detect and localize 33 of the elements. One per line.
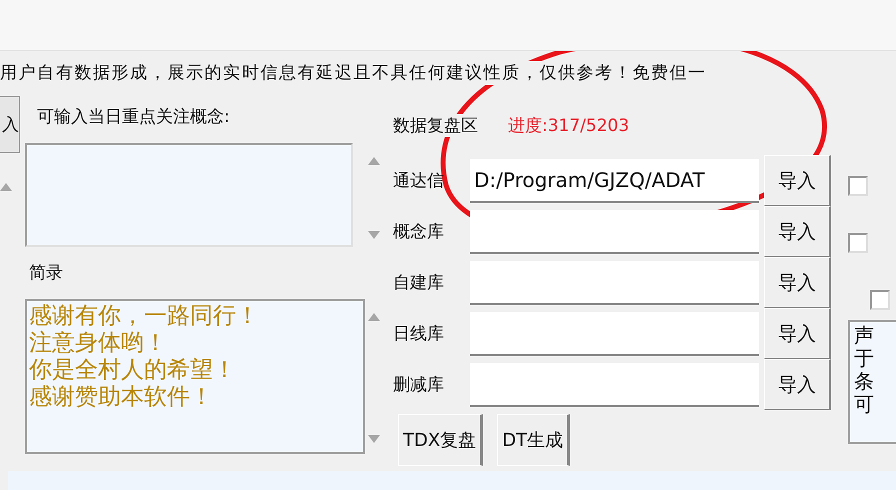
import-button[interactable]: 导入: [764, 359, 831, 410]
action-button[interactable]: TDX复盘: [398, 414, 484, 466]
disclaimer-line: 条: [854, 370, 875, 393]
down-arrow-icon[interactable]: [368, 435, 380, 443]
field-label: 通达信: [393, 170, 445, 192]
note-line: 你是全村人的希望！: [29, 357, 237, 384]
path-input-field[interactable]: [470, 312, 759, 356]
up-arrow-icon[interactable]: [0, 183, 12, 191]
field-label: 删减库: [393, 374, 445, 396]
checkbox[interactable]: [848, 233, 868, 253]
notes-label: 简录: [28, 262, 64, 285]
checkbox[interactable]: [870, 290, 890, 310]
disclaimer-line: 可: [854, 393, 875, 416]
up-arrow-icon[interactable]: [368, 313, 380, 321]
path-input-field[interactable]: [470, 362, 759, 406]
up-arrow-icon[interactable]: [368, 157, 380, 165]
disclaimer-line: 声: [854, 324, 875, 347]
checkbox[interactable]: [848, 176, 868, 196]
import-button[interactable]: 导入: [764, 308, 831, 359]
down-arrow-icon[interactable]: [368, 231, 380, 239]
disclaimer-line: 于: [854, 347, 875, 370]
field-label: 自建库: [393, 272, 445, 294]
field-label: 日线库: [393, 323, 445, 345]
path-input-field[interactable]: [470, 260, 759, 304]
action-button[interactable]: DT生成: [497, 414, 570, 466]
concept-input[interactable]: [25, 143, 353, 247]
field-label: 概念库: [393, 221, 445, 243]
import-button[interactable]: 入: [0, 96, 20, 153]
note-line: 注意身体哟！: [29, 330, 168, 357]
note-line: 感谢有你，一路同行！: [29, 303, 260, 330]
note-line: 感谢赞助本软件！: [29, 384, 214, 411]
concept-label: 可输入当日重点关注概念:: [36, 106, 231, 129]
import-button[interactable]: 导入: [764, 257, 831, 308]
